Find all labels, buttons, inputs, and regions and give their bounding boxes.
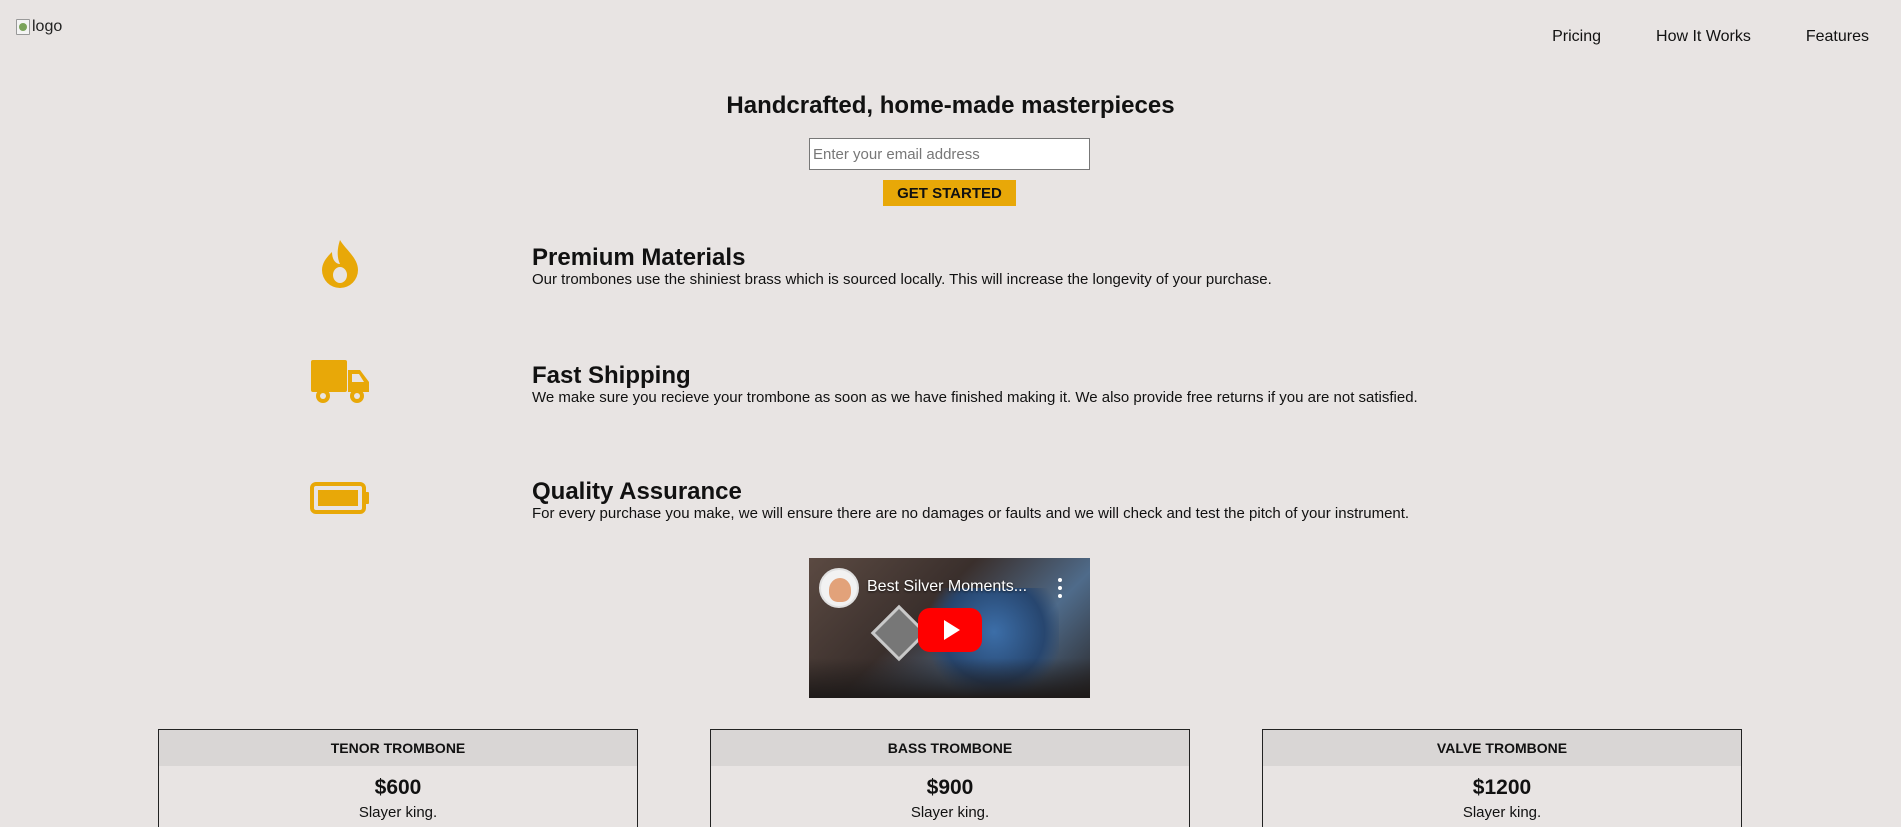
video-title[interactable]: Best Silver Moments... <box>867 578 1027 596</box>
feature-title: Quality Assurance <box>532 478 742 505</box>
nav-link-pricing[interactable]: Pricing <box>1552 28 1601 46</box>
logo[interactable]: logo <box>16 18 62 36</box>
get-started-button[interactable]: GET STARTED <box>883 180 1016 206</box>
feature-premium-materials: Premium Materials Our trombones use the … <box>0 234 1901 314</box>
feature-text: We make sure you recieve your trombone a… <box>532 389 1418 406</box>
more-options-icon[interactable] <box>1057 578 1063 598</box>
pricing-card-title: TENOR TROMBONE <box>159 730 637 766</box>
pricing-card-bass: BASS TROMBONE $900 Slayer king. <box>710 729 1190 827</box>
pricing-card-tenor: TENOR TROMBONE $600 Slayer king. <box>158 729 638 827</box>
feature-text: For every purchase you make, we will ens… <box>532 505 1410 522</box>
feature-quality-assurance: Quality Assurance For every purchase you… <box>0 468 1901 548</box>
pricing-card-price: $600 <box>374 776 422 799</box>
truck-icon <box>310 352 370 412</box>
fire-icon <box>310 234 370 294</box>
pricing-card-title: VALVE TROMBONE <box>1263 730 1741 766</box>
battery-icon <box>310 468 370 528</box>
video-embed[interactable]: Best Silver Moments... <box>809 558 1090 698</box>
channel-avatar[interactable] <box>819 568 859 608</box>
nav-link-features[interactable]: Features <box>1806 28 1869 46</box>
pricing-card-desc: Slayer king. <box>358 804 438 821</box>
pricing-card-title: BASS TROMBONE <box>711 730 1189 766</box>
video-thumbnail-shade <box>809 658 1090 698</box>
play-button[interactable] <box>918 608 982 652</box>
feature-fast-shipping: Fast Shipping We make sure you recieve y… <box>0 352 1901 432</box>
email-input[interactable] <box>809 138 1090 170</box>
feature-text: Our trombones use the shiniest brass whi… <box>532 271 1272 288</box>
logo-alt-text: logo <box>32 18 63 35</box>
nav-link-how-it-works[interactable]: How It Works <box>1656 28 1751 46</box>
feature-title: Premium Materials <box>532 244 746 271</box>
pricing-card-price: $1200 <box>1472 776 1532 799</box>
broken-image-icon <box>16 19 30 35</box>
pricing-card-valve: VALVE TROMBONE $1200 Slayer king. <box>1262 729 1742 827</box>
pricing-card-desc: Slayer king. <box>910 804 990 821</box>
feature-title: Fast Shipping <box>532 362 691 389</box>
pricing-card-desc: Slayer king. <box>1462 804 1542 821</box>
pricing-card-price: $900 <box>926 776 974 799</box>
hero-title: Handcrafted, home-made masterpieces <box>726 92 1175 119</box>
main-nav: Pricing How It Works Features <box>1552 26 1901 48</box>
